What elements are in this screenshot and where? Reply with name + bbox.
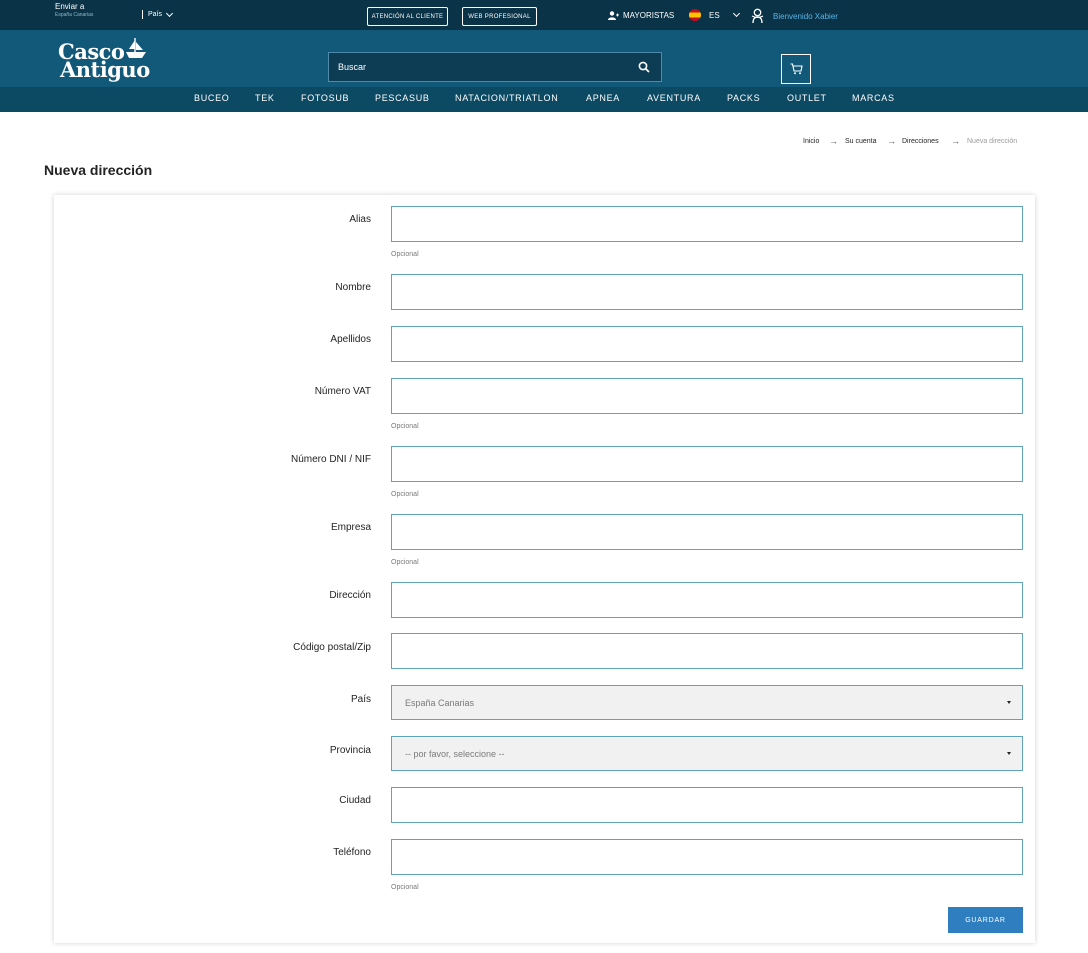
language-code: ES [709,10,720,20]
provincia-select[interactable]: -- por favor, seleccione -- [391,736,1023,771]
ciudad-label: Ciudad [339,795,371,806]
chevron-down-icon [165,9,174,17]
search-button[interactable] [627,53,661,81]
ship-to-value: España Canarias [55,12,94,18]
apellidos-input[interactable] [391,326,1023,362]
optional-hint: Opcional [391,491,419,498]
account-link[interactable]: Bienvenido Xabier [750,8,838,24]
alias-input[interactable] [391,206,1023,242]
provincia-label: Provincia [329,745,371,756]
wholesalers-link[interactable]: MAYORISTAS [608,11,674,20]
nav-item-aventura[interactable]: AVENTURA [647,93,701,103]
spain-flag-icon [689,9,701,21]
direccion-label: Dirección [329,590,371,601]
vat-label: Número VAT [314,386,371,397]
nombre-label: Nombre [335,282,371,293]
header: Casco Antiguo [0,30,1088,87]
postal-label: Código postal/Zip [293,642,371,653]
nav-item-packs[interactable]: PACKS [727,93,760,103]
logo[interactable]: Casco Antiguo [58,37,150,83]
nombre-input[interactable] [391,274,1023,310]
breadcrumb-separator: → [951,136,960,146]
vat-input[interactable] [391,378,1023,414]
dni-label: Número DNI / NIF [290,454,371,465]
nav-item-marcas[interactable]: MARCAS [852,93,895,103]
customer-service-button[interactable]: ATENCIÓN AL CLIENTE [367,7,448,26]
page-title: Nueva dirección [44,162,153,178]
empresa-input[interactable] [391,514,1023,550]
postal-input[interactable] [391,633,1023,669]
welcome-text: Bienvenido Xabier [773,11,838,21]
nav-item-pescasub[interactable]: PESCASUB [375,93,430,103]
nav-item-apnea[interactable]: APNEA [586,93,620,103]
ship-to-label: Enviar a [55,2,85,11]
breadcrumb-su-cuenta[interactable]: Su cuenta [845,138,877,145]
wholesalers-label: MAYORISTAS [623,11,675,20]
caret-down-icon [1007,752,1011,755]
telefono-label: Teléfono [333,847,371,858]
pro-web-button[interactable]: WEB PROFESIONAL [462,7,537,26]
optional-hint: Opcional [391,884,419,891]
breadcrumb-current: Nueva dirección [967,138,1018,145]
optional-hint: Opcional [391,559,419,566]
pais-label: País [350,694,371,705]
nav-item-outlet[interactable]: OUTLET [787,93,827,103]
pais-selected-value: España Canarias [405,697,475,708]
ciudad-input[interactable] [391,787,1023,823]
breadcrumb-separator: → [887,136,896,146]
direccion-input[interactable] [391,582,1023,618]
main-nav: BUCEO TEK FOTOSUB PESCASUB NATACION/TRIA… [0,87,1088,112]
telefono-input[interactable] [391,839,1023,875]
divider [142,10,143,19]
nav-item-buceo[interactable]: BUCEO [194,93,230,103]
empresa-label: Empresa [330,522,371,533]
ship-icon [126,38,146,58]
user-plus-icon [608,11,619,20]
top-bar: Enviar a España Canarias País ATENCIÓN A… [0,0,1088,30]
country-dropdown[interactable]: País [142,9,174,19]
apellidos-label: Apellidos [330,334,371,345]
ship-to-selector[interactable]: Enviar a España Canarias [55,3,93,18]
user-icon [751,8,764,24]
breadcrumb-inicio[interactable]: Inicio [803,138,819,145]
search-input[interactable] [329,53,627,81]
search-icon [638,61,650,73]
dni-input[interactable] [391,446,1023,482]
language-selector[interactable]: ES [689,9,740,21]
cart-icon [790,63,803,75]
cart-button[interactable] [781,54,811,84]
alias-label: Alias [349,214,371,225]
provincia-selected-value: -- por favor, seleccione -- [405,748,505,759]
save-button[interactable]: GUARDAR [948,907,1023,933]
breadcrumb-separator: → [829,136,838,146]
nav-item-natacion[interactable]: NATACION/TRIATLON [455,93,558,103]
breadcrumb-direcciones[interactable]: Direcciones [902,138,939,145]
pais-select[interactable]: España Canarias [391,685,1023,720]
caret-down-icon [1007,701,1011,704]
optional-hint: Opcional [391,423,419,430]
country-label: País [148,11,163,18]
optional-hint: Opcional [391,251,419,258]
nav-item-fotosub[interactable]: FOTOSUB [301,93,349,103]
chevron-down-icon [732,9,740,18]
search-box [328,52,662,82]
nav-item-tek[interactable]: TEK [255,93,275,103]
